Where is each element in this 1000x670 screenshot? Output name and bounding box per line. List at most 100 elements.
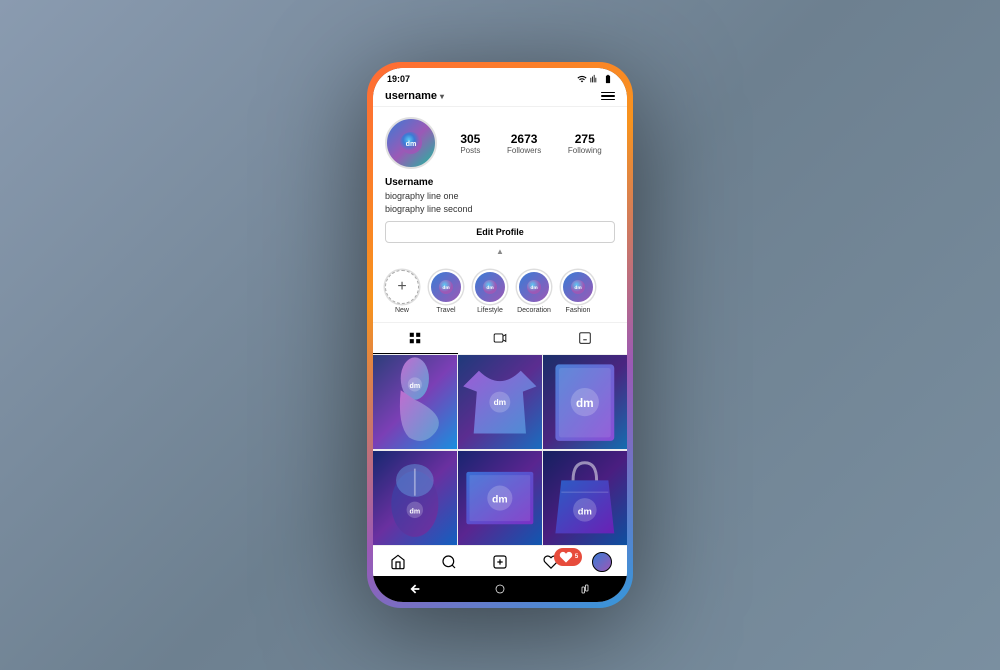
home-icon [390, 554, 406, 570]
wifi-icon [577, 74, 587, 84]
android-home[interactable] [492, 581, 508, 597]
svg-text:dm: dm [442, 285, 450, 291]
android-recents[interactable] [577, 581, 593, 597]
stat-followers: 2673 Followers [507, 132, 541, 155]
highlight-lifestyle[interactable]: dm Lifestyle [473, 270, 507, 314]
profile-bio: biography line one biography line second [385, 190, 615, 215]
profile-name: Username [385, 177, 615, 188]
photo-grid: dm dm [373, 355, 627, 545]
stats-container: 305 Posts 2673 Followers 275 Following [447, 132, 615, 155]
status-icons [577, 74, 613, 84]
collapse-arrow-icon[interactable]: ▲ [385, 247, 615, 256]
nav-home[interactable] [373, 552, 424, 572]
signal-icon [590, 74, 600, 84]
posts-count: 305 [460, 132, 480, 146]
highlight-lifestyle-circle: dm [473, 270, 507, 304]
svg-text:dm: dm [492, 494, 508, 505]
grid-cell-4[interactable]: dm [373, 451, 457, 545]
mouse-product: dm [373, 451, 457, 545]
battery-icon [603, 74, 613, 84]
svg-text:dm: dm [406, 140, 417, 148]
search-icon [441, 554, 457, 570]
svg-text:dm: dm [410, 383, 421, 390]
grid-cell-2[interactable]: dm [458, 355, 542, 449]
highlight-travel-circle: dm [429, 270, 463, 304]
svg-text:dm: dm [578, 505, 592, 516]
followers-count: 2673 [511, 132, 538, 146]
highlight-new[interactable]: + New [385, 270, 419, 314]
svg-text:dm: dm [494, 397, 507, 407]
followers-label: Followers [507, 146, 541, 155]
app-header: username ▾ [373, 86, 627, 107]
username-text: username [385, 90, 437, 102]
highlight-fashion-circle: dm [561, 270, 595, 304]
sock-product: dm [373, 355, 457, 449]
booklet-product: dm [458, 451, 542, 545]
avatar-logo: dm [400, 132, 422, 154]
nav-profile[interactable] [576, 552, 627, 572]
following-label: Following [568, 146, 602, 155]
svg-text:dm: dm [530, 285, 538, 291]
bottom-nav: 5 [373, 545, 627, 576]
nav-heart[interactable]: 5 [525, 552, 576, 572]
grid-cell-3[interactable]: dm [543, 355, 627, 449]
highlight-fashion-label: Fashion [566, 307, 591, 314]
svg-text:dm: dm [576, 397, 594, 410]
grid-tabs [373, 323, 627, 355]
highlight-lifestyle-avatar: dm [483, 280, 497, 294]
tab-tagged[interactable] [542, 323, 627, 354]
grid-icon [408, 331, 422, 345]
stat-posts: 305 Posts [460, 132, 480, 155]
grid-cell-5[interactable]: dm [458, 451, 542, 545]
nav-add[interactable] [475, 552, 526, 572]
phone-inner: 19:07 username ▾ [373, 68, 627, 602]
android-home-icon [494, 583, 506, 595]
avatar[interactable]: dm [385, 117, 437, 169]
highlight-decoration-label: Decoration [517, 307, 551, 314]
recents-icon [579, 583, 591, 595]
tshirt-product: dm [458, 355, 542, 449]
video-icon [493, 331, 507, 345]
highlight-decoration-avatar: dm [527, 280, 541, 294]
nav-search[interactable] [424, 552, 475, 572]
highlight-decoration-circle: dm [517, 270, 551, 304]
highlight-decoration[interactable]: dm Decoration [517, 270, 551, 314]
posts-label: Posts [460, 146, 480, 155]
status-bar: 19:07 [373, 68, 627, 86]
heart-badge-icon [558, 549, 574, 565]
grid-cell-6[interactable]: dm [543, 451, 627, 545]
bag-product: dm [543, 451, 627, 545]
android-back[interactable] [407, 581, 423, 597]
profile-top: dm 305 Posts 2673 Followers 27 [385, 117, 615, 169]
svg-text:dm: dm [410, 508, 421, 515]
nav-profile-avatar [592, 552, 612, 572]
notebook-product: dm [543, 355, 627, 449]
add-icon [492, 554, 508, 570]
edit-profile-button[interactable]: Edit Profile [385, 221, 615, 243]
profile-section: dm 305 Posts 2673 Followers 27 [373, 107, 627, 262]
highlight-plus-icon: + [397, 279, 406, 295]
tab-grid[interactable] [373, 323, 458, 354]
tab-video[interactable] [458, 323, 543, 354]
phone-mockup: 19:07 username ▾ [370, 65, 630, 605]
highlight-new-label: New [395, 307, 409, 314]
highlight-travel[interactable]: dm Travel [429, 270, 463, 314]
tagged-icon [578, 331, 592, 345]
status-time: 19:07 [387, 74, 410, 84]
dropdown-arrow-icon: ▾ [440, 92, 444, 101]
android-nav [373, 576, 627, 602]
screen: 19:07 username ▾ [373, 68, 627, 602]
highlight-travel-label: Travel [436, 307, 455, 314]
highlight-fashion[interactable]: dm Fashion [561, 270, 595, 314]
svg-text:dm: dm [574, 285, 582, 291]
following-count: 275 [575, 132, 595, 146]
menu-button[interactable] [601, 92, 615, 101]
highlight-fashion-avatar: dm [571, 280, 585, 294]
grid-cell-1[interactable]: dm [373, 355, 457, 449]
bio-line1: biography line one [385, 191, 459, 201]
highlight-travel-avatar: dm [439, 280, 453, 294]
stat-following: 275 Following [568, 132, 602, 155]
bio-line2: biography line second [385, 204, 473, 214]
highlight-new-circle: + [385, 270, 419, 304]
username-dropdown[interactable]: username ▾ [385, 90, 444, 102]
